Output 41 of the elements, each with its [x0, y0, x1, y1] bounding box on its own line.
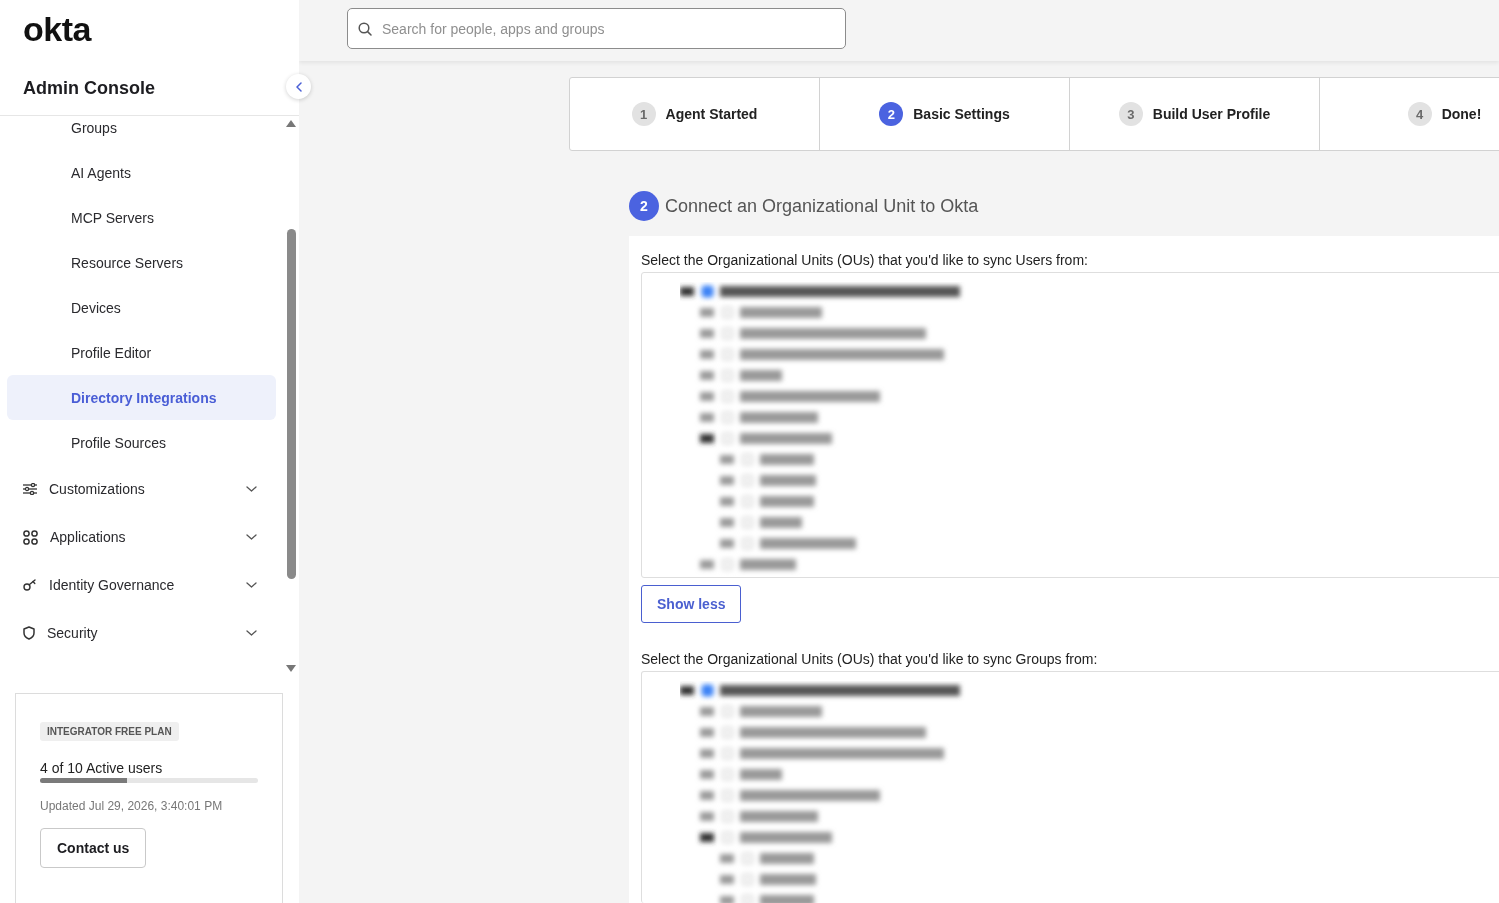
plan-badge: INTEGRATOR FREE PLAN	[40, 722, 179, 741]
nav-item[interactable]: Resource Servers	[7, 240, 276, 285]
chevron-left-icon	[295, 81, 302, 92]
nav-item[interactable]: Groups	[7, 116, 276, 150]
shield-icon	[23, 626, 35, 640]
nav-item[interactable]: Profile Editor	[7, 330, 276, 375]
scrollbar-thumb[interactable]	[287, 229, 296, 579]
nav-item[interactable]: Applications	[7, 513, 276, 561]
grid-icon	[23, 529, 38, 545]
nav-item[interactable]: Directory Integrations	[7, 375, 276, 420]
search-field[interactable]: Search for people, apps and groups	[347, 8, 846, 49]
nav-item[interactable]: Identity Governance	[7, 561, 276, 609]
nav-item[interactable]: Security	[7, 609, 276, 657]
step-label: Done!	[1441, 106, 1482, 122]
nav-item[interactable]: Devices	[7, 285, 276, 330]
contact-us-button[interactable]: Contact us	[40, 828, 147, 868]
ou-picker-label: Select the Organizational Units (OUs) that you'd like to sync Groups from:	[641, 650, 1098, 669]
nav-item[interactable]: MCP Servers	[7, 195, 276, 240]
step-number: 4	[1407, 102, 1432, 126]
step-number: 2	[879, 102, 904, 126]
console-title: Admin Console	[23, 77, 155, 100]
nav-item[interactable]: AI Agents	[7, 150, 276, 195]
key-icon	[23, 579, 37, 591]
scroll-down-arrow-icon[interactable]	[286, 665, 296, 672]
okta-logo: okta	[23, 11, 91, 47]
nav-item[interactable]: Profile Sources	[7, 420, 276, 465]
usage-text: 4 of 10 Active users	[40, 759, 163, 777]
step-number: 3	[1118, 102, 1143, 126]
sliders-icon	[23, 483, 37, 495]
step-label: Agent Started	[665, 106, 758, 122]
nav-item[interactable]: Customizations	[7, 465, 276, 513]
step-number: 1	[631, 102, 656, 126]
updated-text: Updated Jul 29, 2026, 3:40:01 PM	[40, 798, 223, 814]
section-title: Connect an Organizational Unit to Okta	[665, 195, 979, 217]
section-number: 2	[629, 191, 659, 221]
search-icon	[358, 22, 372, 36]
show-less-button[interactable]: Show less	[641, 585, 742, 623]
scroll-up-arrow-icon[interactable]	[286, 120, 296, 127]
step-label: Build User Profile	[1152, 106, 1271, 122]
ou-picker-label: Select the Organizational Units (OUs) that you'd like to sync Users from:	[641, 251, 1088, 270]
step-label: Basic Settings	[913, 106, 1010, 122]
